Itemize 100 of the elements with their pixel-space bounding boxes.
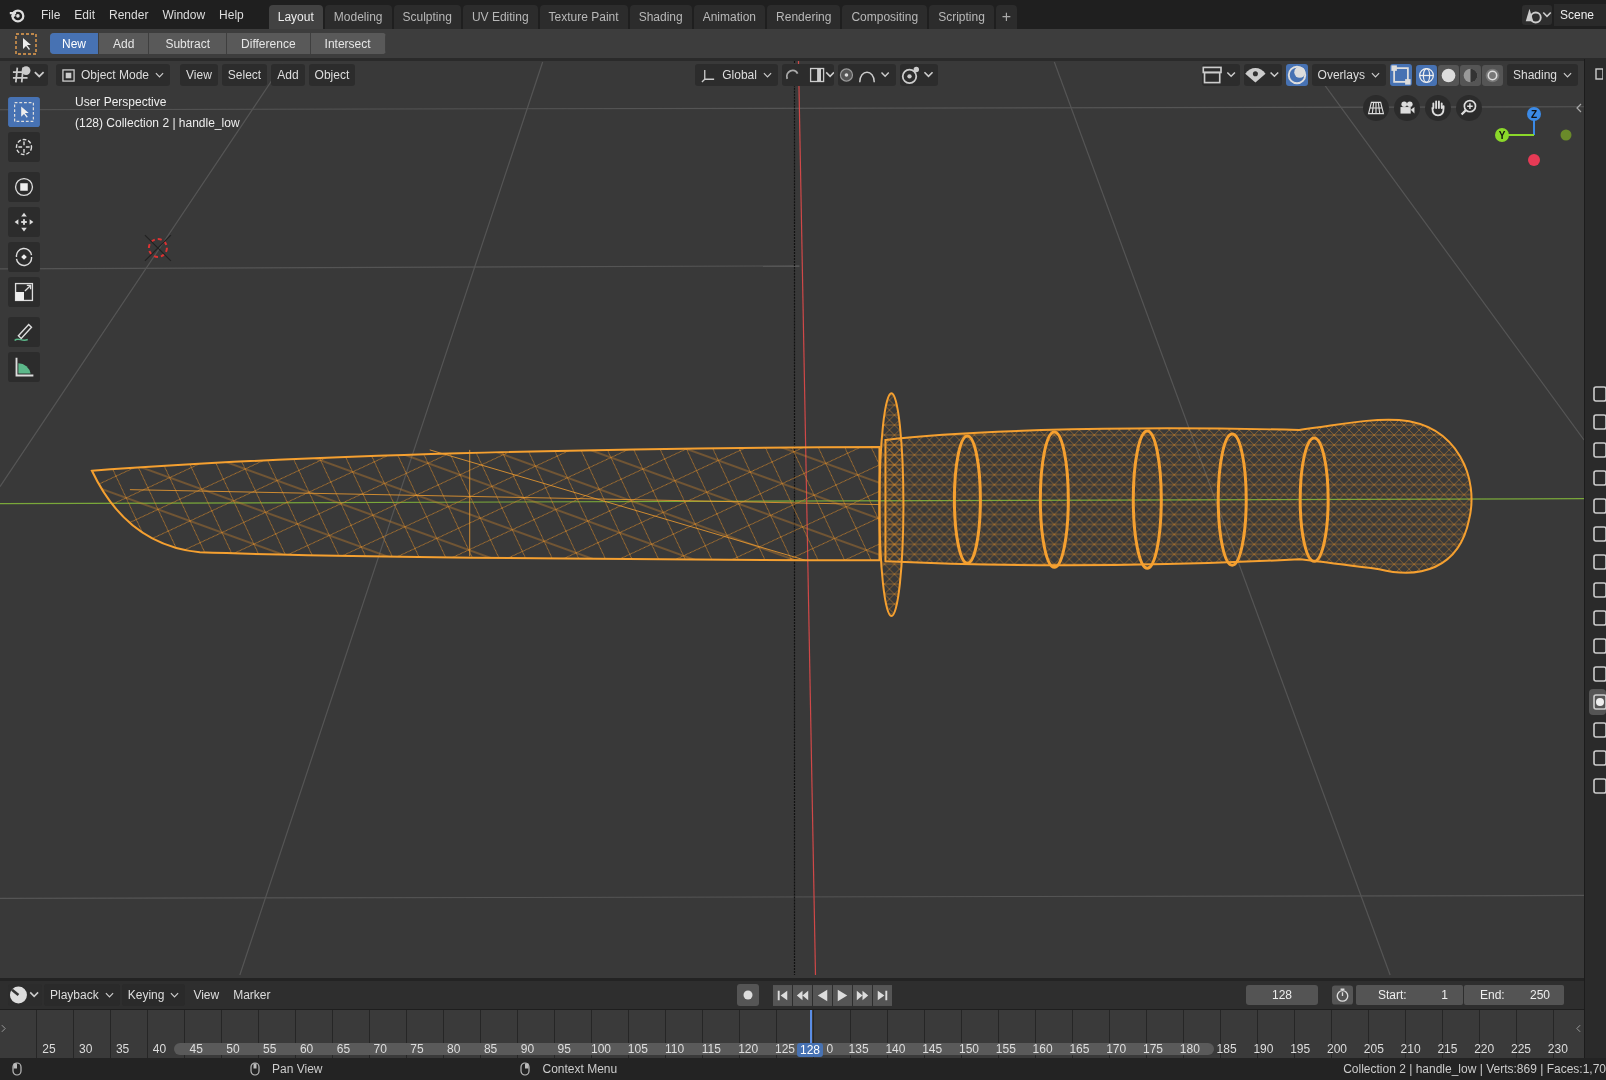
caret-icon: [1563, 72, 1572, 78]
start-frame-field[interactable]: Start: 1: [1356, 985, 1463, 1005]
material-shading-icon[interactable]: [1459, 64, 1481, 86]
select-box-tool-icon[interactable]: [8, 97, 40, 127]
timeline-menu[interactable]: Marker: [227, 984, 277, 1006]
timeline-menu[interactable]: View: [187, 984, 226, 1006]
object-types-icon[interactable]: [1201, 64, 1240, 86]
viewport-menu[interactable]: Select: [221, 64, 268, 86]
camera-icon[interactable]: [1394, 95, 1420, 121]
frame-tick-label: 80: [447, 1042, 461, 1056]
frame-tick-label: 40: [152, 1042, 167, 1056]
3d-cursor-icon[interactable]: [144, 234, 172, 262]
jump-start-button[interactable]: [772, 984, 792, 1006]
menu-item[interactable]: Render: [102, 7, 156, 22]
viewport-info-text: (128) Collection 2 | handle_low: [75, 116, 240, 130]
frame-tick-label: 140: [885, 1042, 906, 1056]
overlays-dropdown[interactable]: Overlays: [1311, 64, 1386, 86]
pivot-icon[interactable]: [781, 64, 834, 86]
axis-label: Z: [1530, 109, 1538, 120]
frame-tick-label: 25: [42, 1042, 56, 1056]
select-box-icon[interactable]: [14, 31, 38, 56]
workspace-tab[interactable]: UV Editing: [462, 5, 538, 29]
menu-item[interactable]: File: [34, 7, 68, 22]
frame-tick-label: 175: [1143, 1042, 1163, 1056]
play-button[interactable]: [832, 984, 852, 1006]
outliner-icon[interactable]: [1593, 67, 1603, 81]
knife-wireframe-drawing[interactable]: [90, 392, 1473, 617]
caret-icon: [155, 72, 165, 78]
solid-shading-icon[interactable]: [1437, 64, 1459, 86]
perspective-toggle-icon[interactable]: [1363, 95, 1389, 121]
hand-icon[interactable]: [1425, 95, 1451, 121]
viewport-menu[interactable]: View: [180, 64, 218, 86]
workspace-tab[interactable]: Scripting: [929, 5, 994, 29]
frame-tick-label: 105: [627, 1042, 648, 1056]
frame-tick-label: 100: [591, 1042, 611, 1056]
workspace-tab[interactable]: Compositing: [842, 5, 928, 29]
previous-keyframe-button[interactable]: [792, 984, 812, 1006]
orientation-dropdown[interactable]: Global: [695, 64, 778, 86]
visibility-icon[interactable]: [1243, 64, 1282, 86]
record-button[interactable]: [736, 984, 759, 1006]
workspace-tab[interactable]: Layout: [268, 5, 323, 29]
caret-icon: [1370, 72, 1380, 78]
workspace-tab[interactable]: Texture Paint: [539, 5, 628, 29]
add-workspace-button[interactable]: +: [995, 5, 1018, 29]
workspace-tab[interactable]: Shading: [629, 5, 692, 29]
frame-tick-label: 35: [115, 1042, 130, 1056]
scene-selector-icon[interactable]: [1521, 4, 1552, 25]
menu-item[interactable]: Help: [212, 7, 251, 22]
scene-field[interactable]: Scene: [1553, 3, 1606, 26]
timeline-menu[interactable]: Keying: [121, 984, 186, 1006]
mouse-icon: [520, 1062, 531, 1076]
frame-tick-label: 205: [1363, 1042, 1384, 1056]
jump-end-button[interactable]: [872, 984, 892, 1006]
sidebar-toggle-icon[interactable]: [1576, 103, 1582, 113]
editor-type-icon[interactable]: [8, 984, 42, 1006]
xray-toggle-icon[interactable]: [1389, 64, 1412, 86]
zoom-icon[interactable]: [1456, 95, 1482, 121]
viewport-info-text: User Perspective: [75, 95, 168, 109]
wireframe-shading-icon[interactable]: [1415, 64, 1437, 86]
boolean-mode-button[interactable]: New: [50, 33, 99, 54]
annotate-tool-icon[interactable]: [8, 317, 40, 347]
menu-item[interactable]: Edit: [67, 7, 103, 22]
expand-icon[interactable]: [1, 1024, 6, 1033]
3d-viewport[interactable]: Object Mode View Select Add Object Global Overlays Shading User Perspective (128) Collection 2 | handle_low Z Y: [0, 59, 1584, 978]
properties-tab-icon[interactable]: [1589, 689, 1606, 715]
cursor-tool-icon[interactable]: [8, 132, 40, 162]
next-keyframe-button[interactable]: [852, 984, 872, 1006]
frame-tick-label: 190: [1253, 1042, 1274, 1056]
frame-tick-label: 155: [995, 1042, 1016, 1056]
shading-dropdown[interactable]: Shading: [1506, 64, 1578, 86]
frame-tick-label: 75: [410, 1042, 424, 1056]
end-frame-field[interactable]: End: 250: [1464, 985, 1564, 1005]
rendered-shading-icon[interactable]: [1481, 64, 1503, 86]
overlays-toggle-icon[interactable]: [1285, 64, 1308, 86]
caret-icon: [104, 992, 114, 998]
menu-item[interactable]: Window: [155, 7, 213, 22]
move-tool-icon[interactable]: [8, 207, 40, 237]
snap-icon[interactable]: [837, 64, 896, 86]
axis-gizmo-drawing[interactable]: [1495, 107, 1572, 166]
viewport-menu[interactable]: Object: [308, 64, 356, 86]
workspace-tab[interactable]: Sculpting: [393, 5, 461, 29]
stopwatch-icon[interactable]: [1332, 985, 1353, 1005]
scale-tool-icon[interactable]: [8, 277, 40, 307]
frame-tick-label: 65: [336, 1042, 351, 1056]
timeline-menu[interactable]: Playback: [44, 984, 120, 1006]
mode-dropdown[interactable]: Object Mode: [56, 64, 171, 86]
workspace-tab[interactable]: Rendering: [767, 5, 841, 29]
workspace-tab[interactable]: Animation: [693, 5, 766, 29]
rotate-tool-icon[interactable]: [8, 242, 40, 272]
proportional-editing-icon[interactable]: [899, 64, 938, 86]
play-reverse-button[interactable]: [812, 984, 832, 1006]
viewport-menu[interactable]: Add: [271, 64, 305, 86]
current-frame-field[interactable]: 128: [1246, 985, 1318, 1005]
status-hint: Pan View: [272, 1062, 323, 1076]
measure-tool-icon[interactable]: [8, 352, 40, 382]
editor-type-icon[interactable]: [10, 64, 48, 86]
transform-tool-icon[interactable]: [8, 172, 40, 202]
playhead[interactable]: 128: [797, 1043, 824, 1057]
workspace-tab[interactable]: Modeling: [324, 5, 392, 29]
collapse-icon[interactable]: [1576, 1024, 1581, 1033]
